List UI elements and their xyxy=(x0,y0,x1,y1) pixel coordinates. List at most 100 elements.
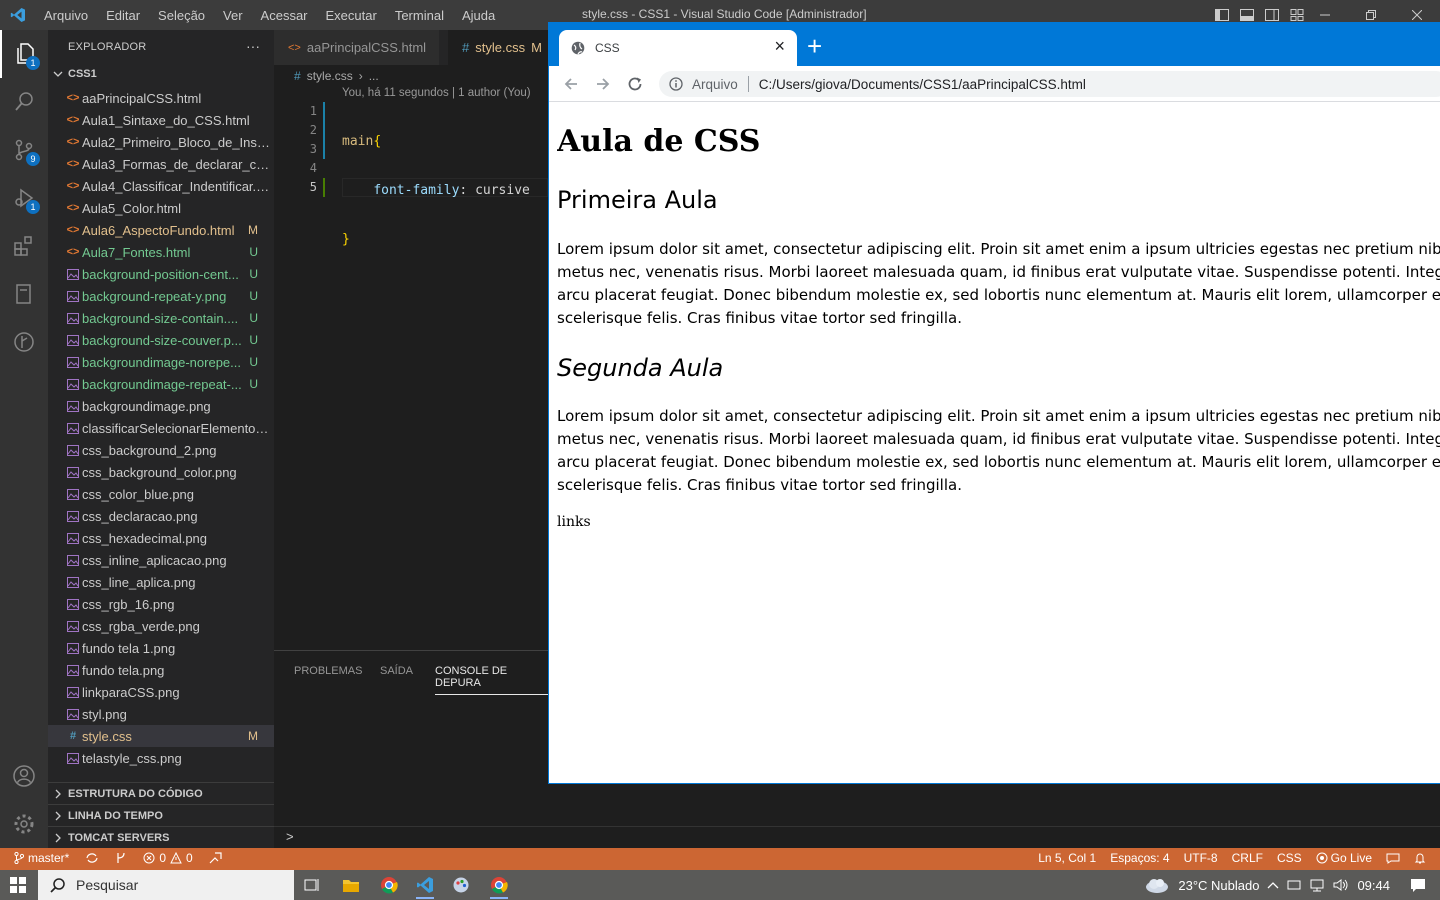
menu-editar[interactable]: Editar xyxy=(106,8,150,23)
code-editor[interactable]: main{ font-family: cursive } xyxy=(342,102,530,377)
menu-ver[interactable]: Ver xyxy=(223,8,253,23)
notification-center-icon[interactable] xyxy=(1410,877,1426,893)
file-item[interactable]: css_hexadecimal.png xyxy=(48,527,274,549)
go-live-button[interactable]: Go Live xyxy=(1316,851,1372,865)
chrome-app-icon-active[interactable] xyxy=(490,876,508,899)
file-item[interactable]: styl.png xyxy=(48,703,274,725)
tab-output[interactable]: SAÍDA xyxy=(380,665,413,677)
sync-icon[interactable] xyxy=(85,852,99,864)
indentation[interactable]: Espaços: 4 xyxy=(1110,851,1169,865)
end-of-line[interactable]: CRLF xyxy=(1232,851,1263,865)
tab-style-css[interactable]: # style.css M xyxy=(448,30,548,65)
explorer-activity[interactable]: 1 xyxy=(0,30,48,78)
tab-close-button[interactable]: × xyxy=(774,36,785,57)
tab-aaprincipalcss[interactable]: <> aaPrincipalCSS.html xyxy=(274,30,439,65)
file-item[interactable]: <> Aula7_Fontes.html U xyxy=(48,241,274,263)
workspace-folder[interactable]: CSS1 xyxy=(52,68,97,80)
live-share-icon[interactable] xyxy=(209,852,223,864)
file-item[interactable]: <> Aula5_Color.html xyxy=(48,197,274,219)
clock[interactable]: 09:44 xyxy=(1357,878,1390,893)
menu-ajuda[interactable]: Ajuda xyxy=(462,8,505,23)
site-info-label[interactable]: Arquivo xyxy=(692,77,738,92)
section-tomcat[interactable]: TOMCAT SERVERS xyxy=(48,826,274,848)
file-item[interactable]: background-size-couver.p... U xyxy=(48,329,274,351)
chevron-up-icon[interactable] xyxy=(1267,880,1279,890)
accounts-activity[interactable] xyxy=(0,752,48,800)
volume-icon[interactable] xyxy=(1333,878,1349,892)
file-item[interactable]: <> Aula2_Primeiro_Bloco_de_Instru... xyxy=(48,131,274,153)
file-item[interactable]: linkparaCSS.png xyxy=(48,681,274,703)
file-item[interactable]: background-repeat-y.png U xyxy=(48,285,274,307)
file-item[interactable]: telastyle_css.png xyxy=(48,747,274,769)
menu-acessar[interactable]: Acessar xyxy=(261,8,318,23)
task-view-icon[interactable] xyxy=(304,877,320,893)
network-icon[interactable] xyxy=(1309,878,1325,892)
run-debug-activity[interactable]: 1 xyxy=(0,174,48,222)
file-item[interactable]: css_inline_aplicacao.png xyxy=(48,549,274,571)
file-item[interactable]: <> Aula4_Classificar_Indentificar.html xyxy=(48,175,274,197)
toggle-primary-sidebar-icon[interactable] xyxy=(1214,7,1230,23)
file-item[interactable]: css_color_blue.png xyxy=(48,483,274,505)
chrome-app-icon[interactable] xyxy=(380,876,398,894)
url-text[interactable]: C:/Users/giova/Documents/CSS1/aaPrincipa… xyxy=(759,77,1086,92)
search-activity[interactable] xyxy=(0,78,48,126)
manage-activity[interactable] xyxy=(0,800,48,848)
file-item[interactable]: background-size-contain.... U xyxy=(48,307,274,329)
breadcrumb-rest[interactable]: ... xyxy=(369,69,379,83)
problems-status[interactable]: 0 0 xyxy=(143,851,193,865)
file-item[interactable]: css_rgb_16.png xyxy=(48,593,274,615)
file-item[interactable]: backgroundimage-repeat-... U xyxy=(48,373,274,395)
branch-status[interactable]: master* xyxy=(14,851,69,865)
feedback-icon[interactable] xyxy=(1386,852,1400,864)
file-item[interactable]: css_background_2.png xyxy=(48,439,274,461)
file-item[interactable]: <> aaPrincipalCSS.html xyxy=(48,87,274,109)
toggle-secondary-sidebar-icon[interactable] xyxy=(1264,7,1280,23)
file-item[interactable]: css_line_aplica.png xyxy=(48,571,274,593)
source-control-activity[interactable]: 9 xyxy=(0,126,48,174)
tab-problems[interactable]: PROBLEMAS xyxy=(294,665,362,677)
gitlens-activity[interactable] xyxy=(0,318,48,366)
browser-tab-css[interactable]: CSS × xyxy=(559,30,797,66)
info-icon[interactable] xyxy=(669,77,683,91)
file-item[interactable]: fundo tela.png xyxy=(48,659,274,681)
file-item[interactable]: classificarSelecionarElementos.... xyxy=(48,417,274,439)
vscode-app-icon[interactable] xyxy=(416,876,434,899)
terminal-input[interactable]: > xyxy=(274,826,1440,848)
file-item[interactable]: # style.css M xyxy=(48,725,274,747)
file-item[interactable]: fundo tela 1.png xyxy=(48,637,274,659)
remote-explorer-activity[interactable] xyxy=(0,270,48,318)
file-item[interactable]: <> Aula3_Formas_de_declarar_css.... xyxy=(48,153,274,175)
language-mode[interactable]: CSS xyxy=(1277,851,1302,865)
encoding[interactable]: UTF-8 xyxy=(1184,851,1218,865)
address-bar[interactable]: Arquivo C:/Users/giova/Documents/CSS1/aa… xyxy=(659,71,1440,97)
menu-terminal[interactable]: Terminal xyxy=(395,8,454,23)
menu-executar[interactable]: Executar xyxy=(326,8,387,23)
forward-arrow-icon[interactable] xyxy=(595,76,611,92)
menu-selecao[interactable]: Seleção xyxy=(158,8,215,23)
file-item[interactable]: <> Aula1_Sintaxe_do_CSS.html xyxy=(48,109,274,131)
cloud-weather-icon[interactable] xyxy=(1144,876,1170,894)
file-item[interactable]: <> Aula6_AspectoFundo.html M xyxy=(48,219,274,241)
reload-icon[interactable] xyxy=(627,76,643,92)
file-item[interactable]: backgroundimage-norepe... U xyxy=(48,351,274,373)
menu-arquivo[interactable]: Arquivo xyxy=(44,8,98,23)
start-button[interactable] xyxy=(0,870,36,900)
file-item[interactable]: css_declaracao.png xyxy=(48,505,274,527)
new-tab-button[interactable]: + xyxy=(807,32,822,60)
back-arrow-icon[interactable] xyxy=(563,76,579,92)
git-graph-icon[interactable] xyxy=(115,852,127,864)
meet-now-icon[interactable] xyxy=(1287,878,1301,892)
blame-codelens[interactable]: You, há 11 segundos | 1 author (You) xyxy=(342,87,531,99)
file-explorer-app-icon[interactable] xyxy=(342,876,360,894)
breadcrumb-file[interactable]: style.css xyxy=(307,69,353,83)
weather-text[interactable]: 23°C Nublado xyxy=(1178,878,1259,893)
extensions-activity[interactable] xyxy=(0,222,48,270)
file-item[interactable]: background-position-cent... U xyxy=(48,263,274,285)
toggle-panel-icon[interactable] xyxy=(1239,7,1255,23)
taskbar-search[interactable]: Pesquisar xyxy=(38,870,294,900)
paint-app-icon[interactable] xyxy=(452,876,470,894)
section-timeline[interactable]: LINHA DO TEMPO xyxy=(48,804,274,826)
file-item[interactable]: css_background_color.png xyxy=(48,461,274,483)
cursor-position[interactable]: Ln 5, Col 1 xyxy=(1038,851,1096,865)
tab-debug-console[interactable]: CONSOLE DE DEPURA xyxy=(435,665,548,695)
